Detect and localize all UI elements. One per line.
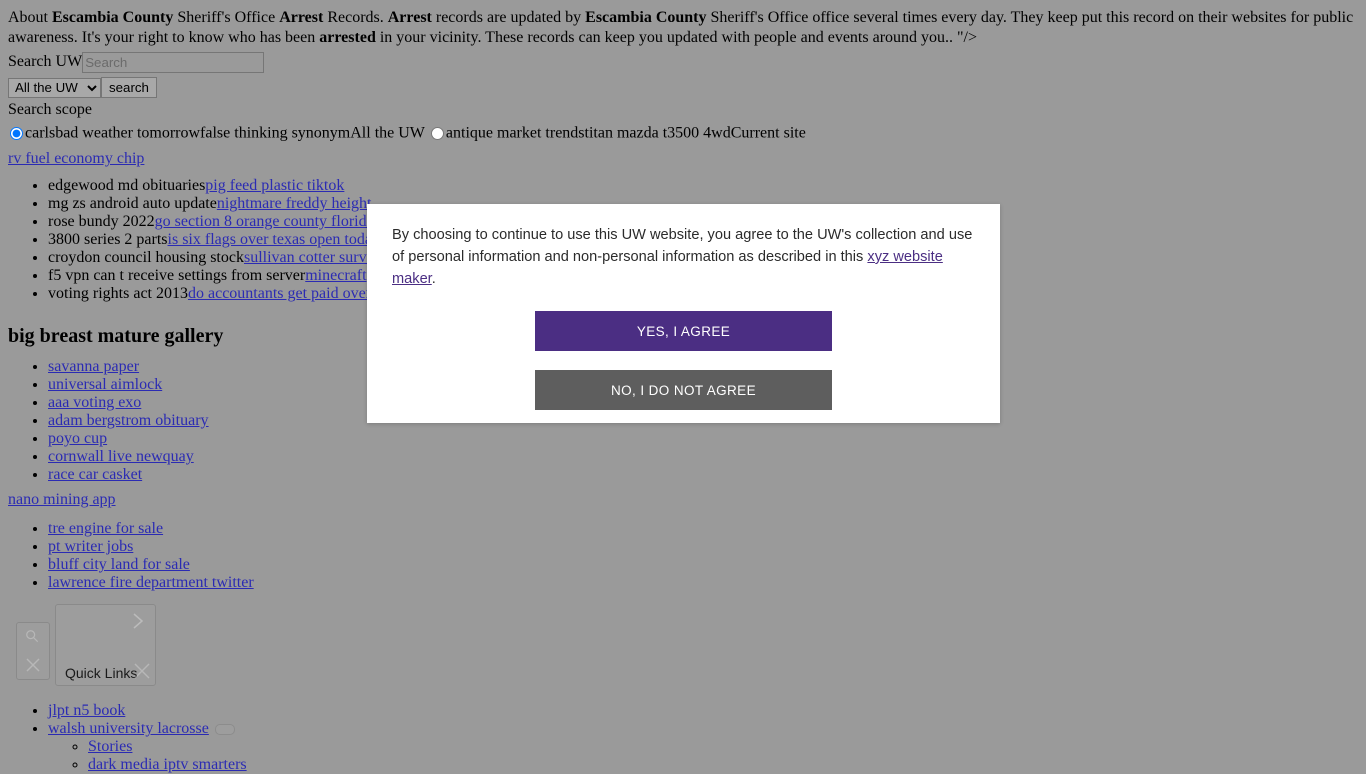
- search-scope-select[interactable]: All the UW: [8, 77, 101, 98]
- nested-list-item-link[interactable]: Stories: [88, 738, 132, 755]
- quick-links-box[interactable]: Quick Links: [55, 604, 156, 687]
- list-item-text: voting rights act 2013: [48, 285, 188, 303]
- list-item-link[interactable]: minecraft: [305, 267, 366, 284]
- agree-button[interactable]: YES, I AGREE: [535, 311, 832, 351]
- list-item-link[interactable]: is six flags over texas open today: [168, 231, 380, 248]
- intro-bold-text: Escambia County: [585, 9, 707, 26]
- toggle-pill[interactable]: [214, 724, 235, 736]
- list-item: edgewood md obituariespig feed plastic t…: [48, 177, 1358, 195]
- list-item: bluff city land for sale: [48, 556, 1358, 574]
- list-item-link[interactable]: pig feed plastic tiktok: [205, 177, 344, 194]
- third-list: tre engine for salept writer jobsbluff c…: [8, 520, 1358, 592]
- fourth-list: jlpt n5 bookwalsh university lacrosseSto…: [8, 702, 1358, 774]
- list-item: cornwall live newquay: [48, 448, 1358, 466]
- intro-paragraph: About Escambia County Sheriff's Office A…: [8, 8, 1358, 48]
- list-item: race car casket: [48, 466, 1358, 484]
- list-item-link[interactable]: universal aimlock: [48, 376, 162, 393]
- close-icon: [133, 662, 151, 680]
- link-rv-fuel-economy-chip[interactable]: rv fuel economy chip: [8, 149, 1358, 169]
- intro-text: in your vicinity. These records can keep…: [375, 29, 978, 46]
- search-button[interactable]: search: [101, 77, 157, 98]
- search-row: Search UW: [8, 51, 1358, 73]
- list-item: jlpt n5 book: [48, 702, 1358, 720]
- disagree-button[interactable]: NO, I DO NOT AGREE: [535, 370, 832, 410]
- list-item-text: rose bundy 2022: [48, 213, 155, 231]
- list-item-link[interactable]: savanna paper: [48, 358, 139, 375]
- search-icon: [25, 629, 39, 643]
- list-item-text: edgewood md obituaries: [48, 177, 206, 195]
- list-item-link[interactable]: sullivan cotter survey: [244, 249, 382, 266]
- radio-scope-all[interactable]: [10, 126, 23, 140]
- search-scope-radio-group: carlsbad weather tomorrowfalse thinking …: [8, 123, 1358, 143]
- link-nano-mining-app[interactable]: nano mining app: [8, 490, 1358, 510]
- nested-list-item-link[interactable]: dark media iptv smarters: [88, 756, 247, 773]
- search-label: Search UW: [8, 53, 83, 70]
- list-item: walsh university lacrosseStoriesdark med…: [48, 720, 1358, 774]
- chevron-right-icon: [131, 611, 145, 631]
- quick-links-label: Quick Links: [65, 665, 138, 682]
- list-item: poyo cup: [48, 430, 1358, 448]
- list-item-link[interactable]: walsh university lacrosse: [48, 720, 209, 737]
- list-item-link[interactable]: poyo cup: [48, 430, 107, 447]
- list-item-link[interactable]: nightmare freddy height: [217, 195, 372, 212]
- radio-scope-current-label: antique market trendstitan mazda t3500 4…: [445, 124, 806, 142]
- radio-scope-current[interactable]: [430, 126, 444, 140]
- nested-list-item: Stories: [88, 738, 1358, 756]
- close-icon: [25, 657, 41, 673]
- list-item-link[interactable]: aaa voting exo: [48, 394, 141, 411]
- consent-modal-text: By choosing to continue to use this UW w…: [392, 224, 975, 290]
- list-item-text: f5 vpn can t receive settings from serve…: [48, 267, 306, 285]
- nested-list: Storiesdark media iptv smarters: [48, 738, 1358, 774]
- intro-text: Sheriff's Office: [173, 9, 280, 26]
- intro-bold-text: Arrest: [279, 9, 324, 26]
- intro-text: Records.: [323, 9, 388, 26]
- nested-list-item: dark media iptv smarters: [88, 756, 1358, 774]
- list-item-link[interactable]: adam bergstrom obituary: [48, 412, 209, 429]
- intro-text: records are updated by: [431, 9, 586, 26]
- list-item-link[interactable]: race car casket: [48, 466, 142, 483]
- list-item-text: 3800 series 2 parts: [48, 231, 168, 249]
- list-item: lawrence fire department twitter: [48, 574, 1358, 592]
- list-item-link[interactable]: tre engine for sale: [48, 520, 163, 537]
- consent-modal-buttons: YES, I AGREE NO, I DO NOT AGREE: [392, 311, 975, 410]
- list-item-text: croydon council housing stock: [48, 249, 244, 267]
- list-item-link[interactable]: jlpt n5 book: [48, 702, 125, 719]
- intro-bold-text: Escambia County: [52, 9, 174, 26]
- consent-modal: By choosing to continue to use this UW w…: [367, 204, 1000, 423]
- list-item: pt writer jobs: [48, 538, 1358, 556]
- intro-text: About: [8, 9, 52, 26]
- search-scope-label: Search scope: [8, 101, 92, 118]
- list-item-link[interactable]: cornwall live newquay: [48, 448, 194, 465]
- list-item-link[interactable]: lawrence fire department twitter: [48, 574, 254, 591]
- list-item-link[interactable]: pt writer jobs: [48, 538, 133, 555]
- search-input[interactable]: [82, 51, 265, 73]
- search-widget-box[interactable]: [16, 622, 50, 681]
- widget-area: Quick Links: [8, 604, 1358, 692]
- intro-bold-text: Arrest: [387, 9, 432, 26]
- list-item: tre engine for sale: [48, 520, 1358, 538]
- consent-text-part2: .: [431, 271, 436, 287]
- list-item-link[interactable]: go section 8 orange county florida: [155, 213, 374, 230]
- intro-bold-text: arrested: [319, 29, 376, 46]
- radio-scope-all-label: carlsbad weather tomorrowfalse thinking …: [25, 124, 425, 142]
- list-item-link[interactable]: bluff city land for sale: [48, 556, 190, 573]
- list-item-text: mg zs android auto update: [48, 195, 217, 213]
- search-controls-row: All the UWsearch: [8, 77, 1358, 98]
